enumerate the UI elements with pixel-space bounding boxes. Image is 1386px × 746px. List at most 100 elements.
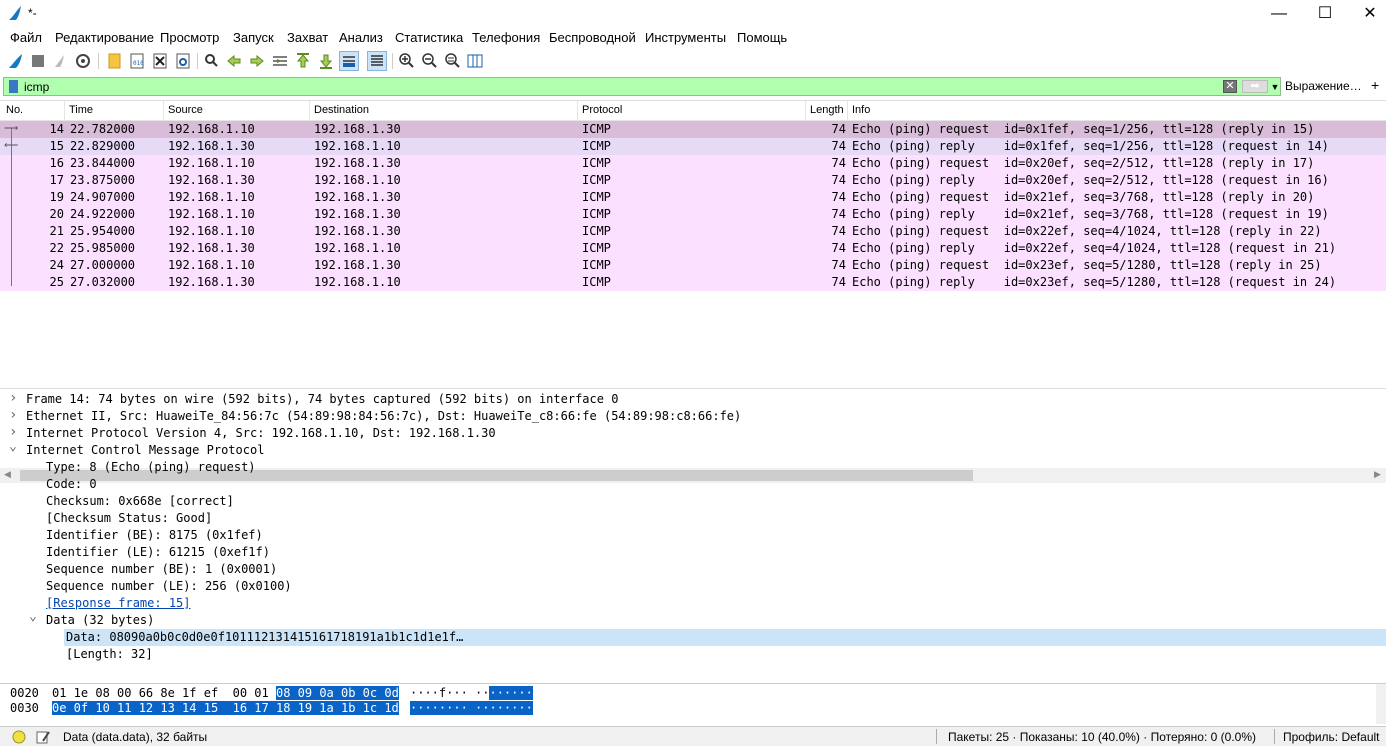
expression-button[interactable]: Выражение… bbox=[1285, 79, 1362, 93]
close-icon[interactable]: ✕ bbox=[1347, 0, 1386, 27]
chevron-right-icon[interactable]: › bbox=[9, 390, 19, 407]
detail-row[interactable]: › Internet Protocol Version 4, Src: 192.1… bbox=[0, 424, 1386, 442]
expert-info-icon[interactable] bbox=[12, 730, 26, 744]
packet-row[interactable]: 19 24.907000 192.168.1.10 192.168.1.30 ICMP 7… bbox=[0, 189, 1386, 206]
capture-options-icon[interactable] bbox=[73, 51, 93, 71]
add-filter-button[interactable]: + bbox=[1371, 77, 1379, 93]
packet-details-tree[interactable]: › Frame 14: 74 bytes on wire (592 bits), … bbox=[0, 388, 1386, 679]
byte-hex[interactable]: 01 1e 08 00 66 8e 1f ef 00 01 08 09 0a 0… bbox=[52, 686, 399, 701]
packet-cell-src: 192.168.1.30 bbox=[168, 275, 255, 289]
zoom-normal-icon[interactable] bbox=[442, 51, 462, 71]
reload-file-icon[interactable] bbox=[173, 51, 193, 71]
auto-scroll-icon[interactable] bbox=[339, 51, 359, 71]
menu-analyze[interactable]: Анализ bbox=[339, 30, 383, 45]
zoom-in-icon[interactable] bbox=[396, 51, 416, 71]
column-header-time[interactable]: Time bbox=[65, 101, 164, 120]
go-forward-icon[interactable] bbox=[247, 51, 267, 71]
detail-row[interactable]: Data: 08090a0b0c0d0e0f101112131415161718… bbox=[0, 629, 1386, 646]
packet-cell-info: Echo (ping) request id=0x21ef, seq=3/768… bbox=[852, 190, 1315, 204]
resize-columns-icon[interactable] bbox=[465, 51, 485, 71]
packet-cell-time: 23.875000 bbox=[70, 173, 136, 187]
main-toolbar: 010 bbox=[0, 49, 1386, 73]
bytes-scrollbar[interactable] bbox=[1376, 684, 1386, 724]
capture-comment-icon[interactable] bbox=[35, 729, 51, 745]
menu-statistics[interactable]: Статистика bbox=[395, 30, 463, 45]
last-packet-icon[interactable] bbox=[316, 51, 336, 71]
first-packet-icon[interactable] bbox=[293, 51, 313, 71]
close-file-icon[interactable] bbox=[150, 51, 170, 71]
packet-cell-no: 25 bbox=[49, 275, 64, 289]
status-profile[interactable]: Профиль: Default bbox=[1283, 730, 1380, 744]
display-filter-input[interactable]: icmp ✕ ➡ ▼ bbox=[3, 77, 1281, 96]
menu-telephony[interactable]: Телефония bbox=[472, 30, 540, 45]
packet-cell-proto: ICMP bbox=[582, 156, 611, 170]
packet-row[interactable]: 24 27.000000 192.168.1.10 192.168.1.30 ICMP 7… bbox=[0, 257, 1386, 274]
chevron-down-icon[interactable]: ⌄ bbox=[9, 438, 19, 455]
detail-row[interactable]: [Checksum Status: Good] bbox=[0, 510, 1386, 527]
packet-row[interactable]: 17 23.875000 192.168.1.30 192.168.1.10 ICMP 7… bbox=[0, 172, 1386, 189]
packet-list[interactable]: No. Time Source Destination Protocol Len… bbox=[0, 100, 1386, 483]
response-frame-link[interactable]: [Response frame: 15] bbox=[46, 595, 191, 612]
menu-wireless[interactable]: Беспроводной bbox=[549, 30, 636, 45]
menu-file[interactable]: Файл bbox=[10, 30, 42, 45]
column-header-protocol[interactable]: Protocol bbox=[578, 101, 806, 120]
menu-capture[interactable]: Захват bbox=[287, 30, 328, 45]
find-packet-icon[interactable] bbox=[201, 51, 221, 71]
packet-cell-time: 22.829000 bbox=[70, 139, 136, 153]
chevron-down-icon[interactable]: ⌄ bbox=[29, 608, 39, 625]
detail-row[interactable]: ⌄ Internet Control Message Protocol bbox=[0, 439, 1386, 459]
menu-edit[interactable]: Редактирование bbox=[55, 30, 154, 45]
start-capture-icon[interactable] bbox=[6, 51, 26, 71]
detail-row[interactable]: › Ethernet II, Src: HuaweiTe_84:56:7c (54… bbox=[0, 407, 1386, 425]
column-header-length[interactable]: Length bbox=[806, 101, 848, 120]
detail-row[interactable]: › Frame 14: 74 bytes on wire (592 bits), … bbox=[0, 390, 1386, 408]
chevron-down-icon[interactable]: ▼ bbox=[1270, 80, 1280, 94]
column-header-no[interactable]: No. bbox=[2, 101, 65, 120]
colorize-icon[interactable] bbox=[367, 51, 387, 71]
byte-ascii[interactable]: ········ ········ bbox=[410, 701, 533, 716]
detail-row[interactable]: Identifier (BE): 8175 (0x1fef) bbox=[0, 527, 1386, 544]
go-to-packet-icon[interactable] bbox=[270, 51, 290, 71]
packet-bytes-pane[interactable]: 0020 01 1e 08 00 66 8e 1f ef 00 01 08 09 … bbox=[0, 683, 1386, 724]
go-back-icon[interactable] bbox=[224, 51, 244, 71]
menu-tools[interactable]: Инструменты bbox=[645, 30, 726, 45]
detail-row[interactable]: Type: 8 (Echo (ping) request) bbox=[0, 459, 1386, 476]
packet-row[interactable]: 14 22.782000 192.168.1.10 192.168.1.30 ICMP 7… bbox=[0, 121, 1386, 138]
clear-filter-icon[interactable]: ✕ bbox=[1223, 80, 1237, 93]
packet-row[interactable]: 16 23.844000 192.168.1.10 192.168.1.30 ICMP 7… bbox=[0, 155, 1386, 172]
menu-view[interactable]: Просмотр bbox=[160, 30, 219, 45]
detail-row[interactable]: Checksum: 0x668e [correct] bbox=[0, 493, 1386, 510]
column-header-source[interactable]: Source bbox=[164, 101, 310, 120]
save-file-icon[interactable]: 010 bbox=[127, 51, 147, 71]
detail-row[interactable]: Sequence number (BE): 1 (0x0001) bbox=[0, 561, 1386, 578]
packet-row[interactable]: 21 25.954000 192.168.1.10 192.168.1.30 ICMP 7… bbox=[0, 223, 1386, 240]
byte-hex[interactable]: 0e 0f 10 11 12 13 14 15 16 17 18 19 1a 1… bbox=[52, 701, 399, 716]
restart-capture-icon[interactable] bbox=[50, 51, 70, 71]
packet-row[interactable]: 25 27.032000 192.168.1.30 192.168.1.10 ICMP 7… bbox=[0, 274, 1386, 291]
column-header-destination[interactable]: Destination bbox=[310, 101, 578, 120]
detail-row[interactable]: Identifier (LE): 61215 (0xef1f) bbox=[0, 544, 1386, 561]
packet-cell-len: 74 bbox=[831, 190, 846, 204]
minimize-icon[interactable]: — bbox=[1256, 0, 1302, 27]
byte-ascii[interactable]: ····f··· ········ bbox=[410, 686, 533, 701]
zoom-out-icon[interactable] bbox=[419, 51, 439, 71]
packet-row[interactable]: 20 24.922000 192.168.1.10 192.168.1.30 ICMP 7… bbox=[0, 206, 1386, 223]
chevron-right-icon[interactable]: › bbox=[9, 407, 19, 424]
menu-help[interactable]: Помощь bbox=[737, 30, 787, 45]
packet-cell-no: 24 bbox=[49, 258, 64, 272]
detail-row[interactable]: Sequence number (LE): 256 (0x0100) bbox=[0, 578, 1386, 595]
detail-row[interactable]: [Response frame: 15] bbox=[0, 595, 1386, 612]
column-header-info[interactable]: Info bbox=[848, 101, 1386, 120]
apply-filter-icon[interactable]: ➡ bbox=[1242, 80, 1268, 93]
stop-capture-icon[interactable] bbox=[28, 51, 48, 71]
detail-row[interactable]: ⌄ Data (32 bytes) bbox=[0, 609, 1386, 629]
detail-row[interactable]: [Length: 32] bbox=[0, 646, 1386, 663]
menu-go[interactable]: Запуск bbox=[233, 30, 274, 45]
packet-row[interactable]: 15 22.829000 192.168.1.30 192.168.1.10 ICMP 7… bbox=[0, 138, 1386, 155]
packet-cell-info: Echo (ping) request id=0x22ef, seq=4/102… bbox=[852, 224, 1322, 238]
maximize-icon[interactable]: ☐ bbox=[1302, 0, 1348, 27]
open-file-icon[interactable] bbox=[104, 51, 124, 71]
packet-row[interactable]: 22 25.985000 192.168.1.30 192.168.1.10 ICMP 7… bbox=[0, 240, 1386, 257]
detail-row[interactable]: Code: 0 bbox=[0, 476, 1386, 493]
bookmark-icon[interactable] bbox=[9, 80, 18, 93]
